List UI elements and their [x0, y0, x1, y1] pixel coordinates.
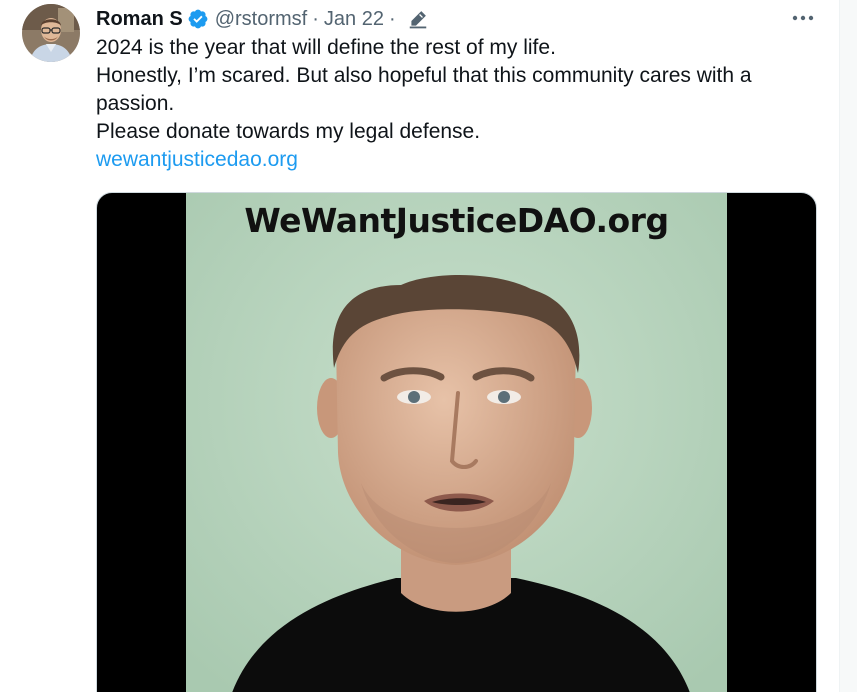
- header-separator-2: ·: [388, 7, 396, 30]
- tweet-header: Roman S @rstormsf · Jan 22 ·: [96, 5, 429, 33]
- edited-pencil-icon[interactable]: [407, 8, 429, 30]
- author-display-name[interactable]: Roman S: [96, 8, 183, 31]
- header-separator: ·: [312, 7, 319, 30]
- more-options-icon[interactable]: [788, 6, 818, 30]
- author-handle[interactable]: @rstormsf: [215, 8, 308, 31]
- video-frame: WeWantJusticeDAO.org: [186, 193, 727, 692]
- tweet-card[interactable]: Roman S @rstormsf · Jan 22 · 2024 is the…: [0, 0, 840, 692]
- tweet-line-2: Honestly, I’m scared. But also hopeful t…: [96, 64, 752, 115]
- video-still-image: [186, 193, 727, 692]
- video-overlay-title: WeWantJusticeDAO.org: [244, 201, 669, 240]
- avatar[interactable]: [22, 4, 80, 62]
- tweet-date[interactable]: Jan 22: [324, 8, 384, 31]
- tweet-line-3: Please donate towards my legal defense.: [96, 120, 481, 143]
- tweet-line-1: 2024 is the year that will define the re…: [96, 36, 556, 59]
- tweet-link[interactable]: wewantjusticedao.org: [96, 146, 816, 174]
- avatar-image: [22, 4, 80, 62]
- verified-badge-icon[interactable]: [187, 8, 209, 30]
- video-media[interactable]: WeWantJusticeDAO.org: [96, 192, 817, 692]
- tweet-text: 2024 is the year that will define the re…: [96, 34, 816, 174]
